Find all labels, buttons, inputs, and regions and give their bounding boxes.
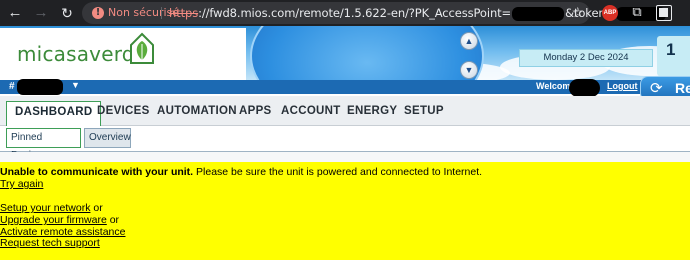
tab-account[interactable]: ACCOUNT [281,105,341,117]
subtab-pinned-devices[interactable]: Pinned Devices [6,128,81,161]
alert-line: Request tech support [0,237,100,249]
spacer [0,152,690,162]
scroll-down-icon[interactable]: ▼ [460,61,478,79]
alert-text: Please be sure the unit is powered and c… [193,166,483,178]
scroll-up-icon[interactable]: ▲ [460,32,478,50]
setup-network-link[interactable]: Setup your network [0,202,90,214]
warning-icon: ! [92,7,104,19]
tab-energy[interactable]: ENERGY [347,105,397,117]
reload-icon[interactable]: ↻ [58,4,76,22]
try-again-link[interactable]: Try again [0,178,43,190]
alert-title: Unable to communicate with your unit. [0,166,194,178]
forward-arrow-icon[interactable]: → [32,4,50,22]
refresh-label: Re [675,80,690,96]
alert-line: Setup your network or [0,202,103,214]
subtab-overview[interactable]: Overview [84,128,131,148]
url-path: ://fwd8.mios.com/remote/1.5.622-en/?PK_A… [198,6,512,20]
globe-decoration [250,26,484,80]
adblock-extension-icon[interactable]: ABP [602,5,618,21]
url-text[interactable]: https://fwd8.mios.com/remote/1.5.622-en/… [169,6,667,21]
logout-link[interactable]: Logout [607,81,638,91]
date-display: Monday 2 Dec 2024 [519,49,653,67]
bookmark-star-icon[interactable]: ☆ [571,4,584,21]
chevron-down-icon[interactable]: ▼ [71,80,80,90]
profile-icon[interactable] [656,5,672,21]
alert-or-text: or [106,214,120,226]
alert-line: Try again [0,178,43,190]
tab-devices[interactable]: DEVICES [97,105,150,117]
alert-message: Unable to communicate with your unit. Pl… [0,166,482,178]
url-scheme: https [169,6,199,20]
logo-area: micasaverde [0,28,246,80]
app-header: micasaverde 1 Monday 2 Dec 2024 [0,26,690,80]
alert-line: Upgrade your firmware or [0,214,119,226]
tech-support-link[interactable]: Request tech support [0,237,100,249]
logo-text: micasaverde [17,42,148,66]
address-bar[interactable]: ! Non sécurisé https://fwd8.mios.com/rem… [82,2,667,24]
date-tab-number: 1 [666,40,676,59]
redacted-block [512,6,565,21]
unit-label: # [9,81,15,92]
logo-leaf-icon [130,32,154,64]
redacted-block [569,79,600,97]
browser-toolbar: ← → ↻ ! Non sécurisé https://fwd8.mios.c… [0,0,690,26]
upgrade-firmware-link[interactable]: Upgrade your firmware [0,214,107,226]
tab-automation[interactable]: AUTOMATION [157,105,237,117]
divider [161,7,162,19]
tab-dashboard[interactable]: DASHBOARD [6,101,102,126]
refresh-icon: ⟳ [650,80,663,97]
alert-or-text: or [90,202,103,214]
back-arrow-icon[interactable]: ← [6,4,24,22]
tab-apps[interactable]: APPS [239,105,272,117]
redacted-block [17,79,63,95]
tab-setup[interactable]: SETUP [404,105,444,117]
extensions-puzzle-icon[interactable]: ⧉ [629,4,645,20]
